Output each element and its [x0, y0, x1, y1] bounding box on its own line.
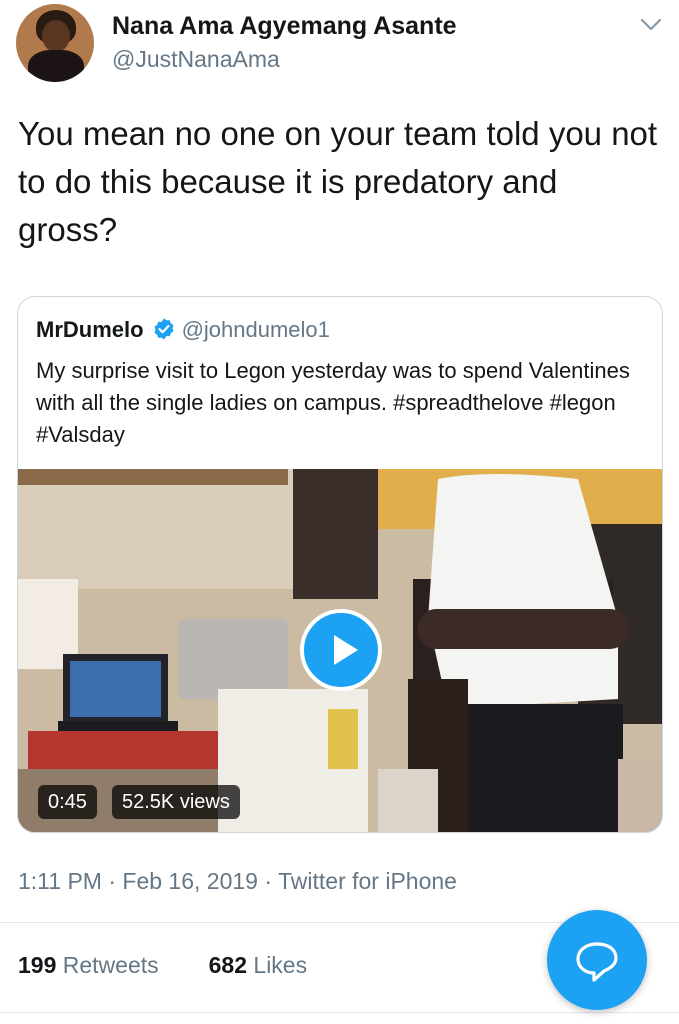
separator: ·: [108, 868, 123, 894]
likes-count: 682: [208, 952, 248, 978]
retweets-stat[interactable]: 199 Retweets: [18, 952, 159, 978]
separator: ·: [264, 868, 278, 894]
divider: [0, 1012, 679, 1013]
play-button[interactable]: [300, 609, 382, 691]
author-avatar[interactable]: [16, 4, 94, 82]
quoted-author-name: MrDumelo: [36, 317, 144, 342]
retweets-count: 199: [18, 952, 57, 978]
chevron-down-icon[interactable]: [638, 14, 664, 34]
quoted-author-handle: @johndumelo1: [181, 317, 330, 342]
author-handle[interactable]: @JustNanaAma: [112, 46, 280, 73]
tweet-stats: 199 Retweets 682 Likes: [18, 952, 307, 979]
reply-button[interactable]: [547, 910, 647, 1010]
video-views: 52.5K views: [112, 785, 240, 819]
verified-badge-icon: [154, 318, 174, 340]
tweet-date: Feb 16, 2019: [122, 868, 258, 894]
tweet-source-app[interactable]: Twitter for iPhone: [278, 868, 457, 894]
play-icon: [334, 635, 358, 665]
quoted-tweet-text: My surprise visit to Legon yesterday was…: [36, 358, 630, 447]
quoted-tweet[interactable]: MrDumelo @johndumelo1 My surprise visit …: [17, 296, 663, 833]
video-player[interactable]: 0:45 52.5K views: [18, 469, 662, 832]
retweets-label: Retweets: [62, 952, 159, 978]
tweet-time: 1:11 PM: [18, 868, 102, 894]
reply-bubble-icon: [576, 942, 618, 982]
likes-stat[interactable]: 682 Likes: [209, 952, 307, 978]
quoted-header: MrDumelo @johndumelo1: [36, 317, 330, 343]
tweet-meta: 1:11 PM · Feb 16, 2019 · Twitter for iPh…: [18, 868, 457, 895]
likes-label: Likes: [253, 952, 308, 978]
video-duration: 0:45: [38, 785, 97, 819]
author-name[interactable]: Nana Ama Agyemang Asante: [112, 12, 457, 41]
tweet-text: You mean no one on your team told you no…: [18, 115, 658, 248]
